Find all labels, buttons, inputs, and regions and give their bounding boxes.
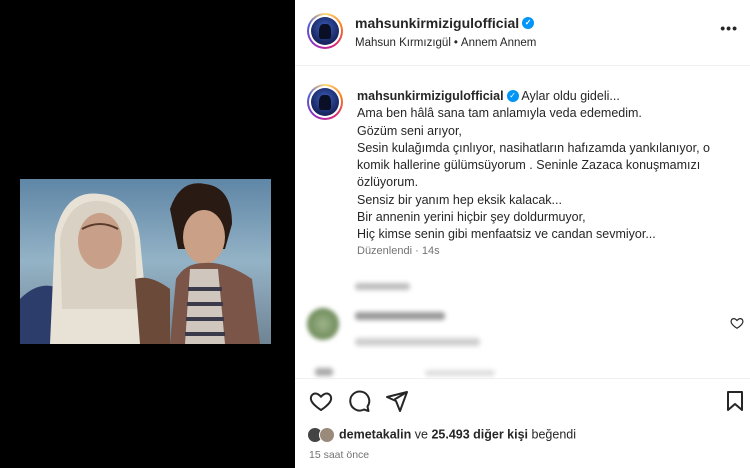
liker-avatar[interactable] [319, 427, 335, 443]
edited-label: Düzenlendi [357, 245, 413, 257]
post-timestamp[interactable]: 15 saat önce [309, 449, 369, 461]
more-options-icon[interactable]: ••• [720, 20, 738, 36]
caption-avatar[interactable] [307, 84, 343, 120]
bookmark-icon[interactable] [723, 389, 747, 413]
comment-avatar[interactable] [307, 308, 339, 340]
redacted-comment [315, 368, 333, 376]
caption-line: Bir annenin yerini hiçbir şey doldurmuyo… [357, 210, 586, 225]
comment-like-heart-icon[interactable] [730, 316, 744, 330]
redacted-comment [355, 312, 445, 320]
caption-line: Sensiz bir yanım hep eksik kalacak... [357, 192, 562, 207]
caption-line: Ama ben hâlâ sana tam anlamıyla veda ede… [357, 106, 642, 121]
heart-icon[interactable] [309, 389, 333, 413]
caption-line: Aylar oldu gideli... [521, 89, 620, 103]
likes-summary: demetakalin ve 25.493 diğer kişi beğendi [307, 427, 576, 443]
separator-dot: • [453, 37, 458, 49]
post-header: mahsunkirmizigulofficial ✓ Mahsun Kırmızı… [295, 0, 750, 66]
author-username[interactable]: mahsunkirmizigulofficial ✓ [355, 15, 535, 31]
author-name[interactable]: Mahsun Kırmızıgül [355, 37, 451, 49]
caption-line: özlüyorum. [357, 175, 419, 190]
caption-meta: Düzenlendi · 14s [357, 245, 440, 257]
post-media[interactable] [0, 0, 295, 468]
author-avatar[interactable] [307, 13, 343, 49]
redacted-text [355, 283, 410, 290]
post-subline: Mahsun Kırmızıgül • Annem Annem [355, 37, 536, 49]
caption-age: 14s [421, 245, 440, 257]
comment-icon[interactable] [347, 389, 371, 413]
likes-suffix: beğendi [531, 427, 577, 442]
redacted-comment [355, 338, 480, 346]
caption-line: Sesin kulağımda çınlıyor, nasihatların h… [357, 140, 710, 155]
caption-text: mahsunkirmizigulofficial ✓ Aylar oldu gid… [357, 88, 742, 244]
likes-count[interactable]: 25.493 diğer kişi [431, 427, 528, 441]
audio-link[interactable]: Annem Annem [461, 37, 536, 49]
action-bar [295, 378, 750, 422]
liker-username[interactable]: demetakalin [339, 427, 411, 441]
caption-verified-icon: ✓ [506, 89, 519, 102]
verified-badge-icon: ✓ [522, 17, 535, 30]
caption-line: Hiç kimse senin gibi menfaatsiz ve canda… [357, 227, 656, 242]
author-username-text[interactable]: mahsunkirmizigulofficial [355, 15, 519, 31]
likes-connector: ve [414, 427, 428, 442]
caption-line: komik hallerine gülümsüyorum . Seninle Z… [357, 158, 701, 173]
share-icon[interactable] [385, 389, 409, 413]
post-panel: mahsunkirmizigulofficial ✓ Mahsun Kırmızı… [295, 0, 750, 468]
post-photo [20, 179, 271, 344]
caption-line: Gözüm seni arıyor, [357, 123, 462, 138]
redacted-comment [425, 370, 495, 376]
caption-username[interactable]: mahsunkirmizigulofficial [357, 89, 504, 103]
